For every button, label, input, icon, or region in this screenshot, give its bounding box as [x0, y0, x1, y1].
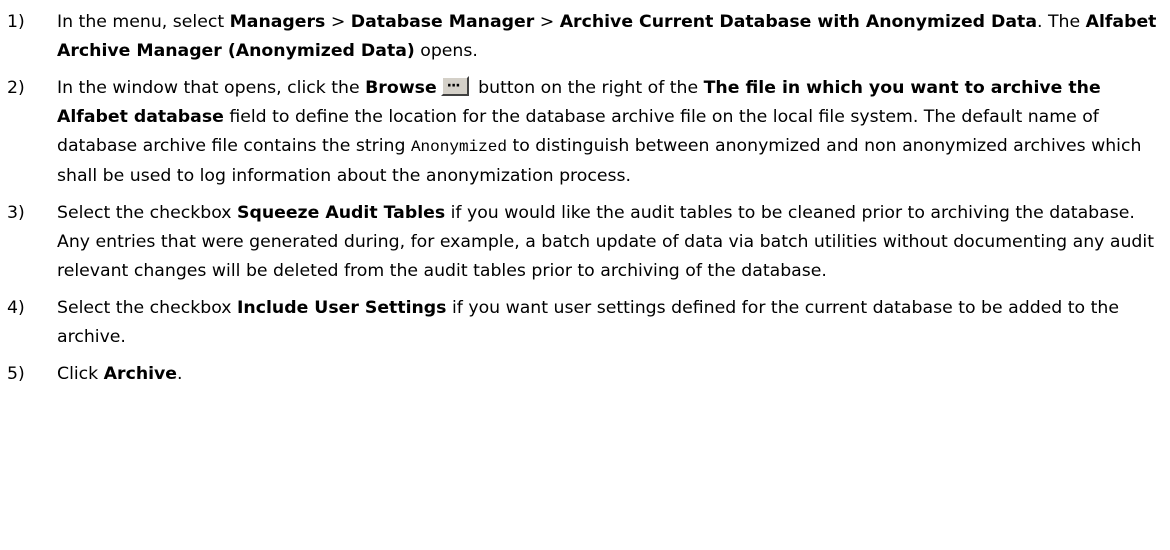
checkbox-name: Include User Settings: [237, 298, 447, 318]
step-text-run: In the menu, select: [57, 12, 230, 32]
step-1: 1) In the menu, select Managers > Databa…: [7, 8, 1164, 66]
menu-path-archive-anonymized: Archive Current Database with Anonymized…: [559, 12, 1037, 32]
step-text: Click Archive.: [57, 360, 1164, 389]
step-4: 4) Select the checkbox Include User Sett…: [7, 294, 1164, 352]
step-3: 3) Select the checkbox Squeeze Audit Tab…: [7, 199, 1164, 286]
step-2: 2) In the window that opens, click the B…: [7, 74, 1164, 191]
menu-path-database-manager: Database Manager: [350, 12, 535, 32]
document-body: 1) In the menu, select Managers > Databa…: [0, 0, 1170, 389]
code-string: Anonymized: [410, 138, 507, 156]
menu-separator: >: [325, 12, 351, 32]
step-number: 2): [7, 78, 25, 98]
step-text-run: Click: [57, 364, 104, 384]
step-text-run: Select the checkbox: [57, 203, 237, 223]
step-text: Select the checkbox Squeeze Audit Tables…: [57, 199, 1164, 286]
button-name: Archive: [103, 364, 178, 384]
step-number: 3): [7, 203, 25, 223]
step-text-run: . The: [1036, 12, 1086, 32]
step-number: 4): [7, 298, 25, 318]
step-text-run: Select the checkbox: [57, 298, 237, 318]
browse-label: Browse: [365, 78, 437, 98]
step-text-run: In the window that opens, click the: [57, 78, 366, 98]
step-text: In the menu, select Managers > Database …: [57, 8, 1164, 66]
step-5: 5) Click Archive.: [7, 360, 1164, 389]
step-text: In the window that opens, click the Brow…: [57, 74, 1164, 191]
menu-path-managers: Managers: [229, 12, 326, 32]
step-text-run: .: [177, 364, 183, 384]
step-text-run: button on the right of the: [472, 78, 704, 98]
step-number: 5): [7, 364, 25, 384]
step-text-run: opens.: [414, 41, 478, 61]
menu-separator: >: [534, 12, 560, 32]
step-number: 1): [7, 12, 25, 32]
step-text: Select the checkbox Include User Setting…: [57, 294, 1164, 352]
browse-button-icon: ···: [440, 76, 469, 96]
checkbox-name: Squeeze Audit Tables: [237, 203, 446, 223]
